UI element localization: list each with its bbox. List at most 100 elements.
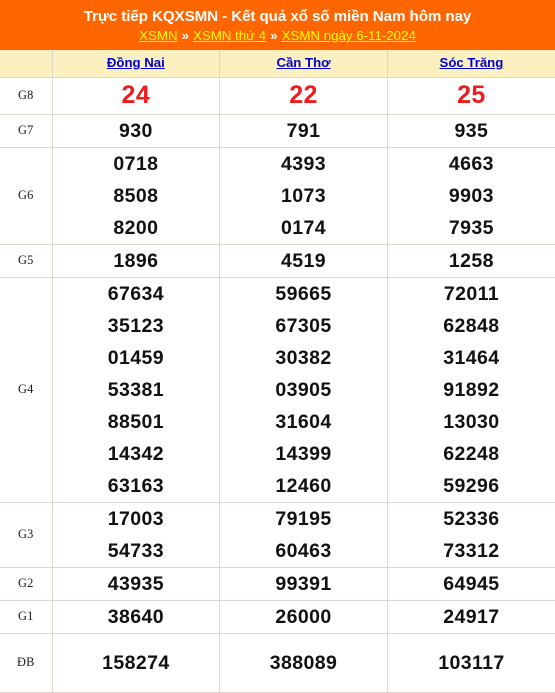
province-header-3: Sóc Trăng <box>386 50 555 78</box>
number-stack: 1258 <box>388 245 555 277</box>
prize-cell-g8-col1: 24 <box>51 76 221 115</box>
number-stack: 72011 62848 31464 91892 13030 62248 59296 <box>388 278 555 502</box>
lottery-number: 17003 <box>107 507 164 530</box>
province-header-1: Đồng Nai <box>51 50 221 78</box>
table-row: G2 43935 99391 64945 <box>0 566 555 601</box>
lottery-number: 14342 <box>107 442 164 465</box>
lottery-number: 4663 <box>448 152 494 175</box>
corner-cell <box>0 50 53 78</box>
prize-label-g8: G8 <box>0 76 53 115</box>
lottery-number: 103117 <box>438 651 505 674</box>
prize-cell-g5-col2: 4519 <box>219 243 388 278</box>
lottery-number: 73312 <box>443 539 500 562</box>
lottery-number: 53381 <box>107 378 164 401</box>
lottery-number: 72011 <box>443 282 499 305</box>
lottery-number: 1896 <box>113 249 159 272</box>
province-header-2: Cần Thơ <box>219 50 388 78</box>
lottery-number: 7935 <box>448 216 494 239</box>
number-stack: 4663 9903 7935 <box>388 148 555 244</box>
province-link-2[interactable]: Cần Thơ <box>276 55 330 70</box>
lottery-number: 0718 <box>113 152 159 175</box>
lottery-number: 4393 <box>281 152 326 175</box>
prize-label-g1: G1 <box>0 599 53 634</box>
prize-cell-g4-col1: 67634 35123 01459 53381 88501 14342 63163 <box>51 276 221 503</box>
number-stack: 103117 <box>388 647 555 679</box>
prize-label-g2: G2 <box>0 566 53 601</box>
number-stack: 24 <box>53 80 220 111</box>
lottery-number: 43935 <box>107 572 164 595</box>
lottery-number: 67634 <box>107 282 164 305</box>
lottery-number: 79195 <box>275 507 332 530</box>
lottery-number: 930 <box>118 119 153 142</box>
prize-cell-g6-col2: 4393 1073 0174 <box>219 146 388 245</box>
lottery-number: 8508 <box>113 184 159 207</box>
lottery-number: 59296 <box>443 474 500 497</box>
prize-cell-g5-col1: 1896 <box>51 243 221 278</box>
prize-cell-g1-col1: 38640 <box>51 599 221 634</box>
table-row: G8 24 22 25 <box>0 76 555 115</box>
prize-cell-g3-col3: 52336 73312 <box>386 501 555 568</box>
number-stack: 24917 <box>388 601 555 633</box>
prize-cell-g8-col2: 22 <box>219 76 388 115</box>
number-stack: 158274 <box>53 647 220 679</box>
lottery-number: 03905 <box>275 378 332 401</box>
lottery-results-page: Trực tiếp KQXSMN - Kết quả xổ số miền Na… <box>0 0 555 693</box>
number-stack: 1896 <box>53 245 220 277</box>
prize-label-g5: G5 <box>0 243 53 278</box>
lottery-number: 91892 <box>443 378 500 401</box>
lottery-number: 30382 <box>275 346 332 369</box>
lottery-number: 25 <box>457 81 486 109</box>
number-stack: 26000 <box>220 601 387 633</box>
number-stack: 791 <box>220 115 387 147</box>
page-title: Trực tiếp KQXSMN - Kết quả xổ số miền Na… <box>83 7 472 25</box>
prize-cell-g3-col2: 79195 60463 <box>219 501 388 568</box>
lottery-number: 60463 <box>275 539 332 562</box>
number-stack: 43935 <box>53 568 220 600</box>
lottery-results-table: Đồng Nai Cần Thơ Sóc Trăng G8 24 22 25 G7 930 79… <box>0 50 555 693</box>
prize-label-g4: G4 <box>0 276 53 503</box>
prize-cell-g4-col3: 72011 62848 31464 91892 13030 62248 59296 <box>386 276 555 503</box>
prize-cell-g1-col2: 26000 <box>219 599 388 634</box>
table-row: G5 1896 4519 1258 <box>0 243 555 278</box>
lottery-number: 63163 <box>107 474 164 497</box>
number-stack: 25 <box>388 80 555 111</box>
lottery-number: 26000 <box>275 605 332 628</box>
page-banner: Trực tiếp KQXSMN - Kết quả xổ số miền Na… <box>0 0 555 50</box>
lottery-number: 158274 <box>102 651 170 674</box>
table-row: G7 930 791 935 <box>0 113 555 148</box>
lottery-number: 8200 <box>113 216 159 239</box>
number-stack: 930 <box>53 115 220 147</box>
prize-cell-g6-col3: 4663 9903 7935 <box>386 146 555 245</box>
number-stack: 17003 54733 <box>53 503 220 567</box>
prize-cell-b-col1: 158274 <box>51 632 221 693</box>
breadcrumb-link-1[interactable]: XSMN <box>139 27 177 45</box>
province-link-1[interactable]: Đồng Nai <box>107 55 165 70</box>
breadcrumb-link-2[interactable]: XSMN thứ 4 <box>193 27 266 45</box>
table-row: ĐB 158274 388089 103117 <box>0 632 555 693</box>
lottery-number: 01459 <box>107 346 164 369</box>
lottery-number: 935 <box>454 119 489 142</box>
table-row: G4 67634 35123 01459 53381 88501 14342 63163 596… <box>0 276 555 503</box>
lottery-number: 22 <box>289 81 318 109</box>
prize-label-b: ĐB <box>0 632 53 693</box>
prize-cell-g8-col3: 25 <box>386 76 555 115</box>
lottery-number: 12460 <box>275 474 332 497</box>
number-stack: 0718 8508 8200 <box>53 148 220 244</box>
prize-label-g6: G6 <box>0 146 53 245</box>
lottery-number: 791 <box>286 119 321 142</box>
lottery-number: 54733 <box>107 539 164 562</box>
number-stack: 935 <box>388 115 555 147</box>
lottery-number: 59665 <box>275 282 332 305</box>
province-link-3[interactable]: Sóc Trăng <box>440 55 504 70</box>
lottery-number: 24917 <box>443 605 500 628</box>
number-stack: 99391 <box>220 568 387 600</box>
lottery-number: 1258 <box>448 249 494 272</box>
prize-cell-b-col3: 103117 <box>386 632 555 693</box>
breadcrumb-link-3[interactable]: XSMN ngày 6-11-2024 <box>282 27 416 45</box>
breadcrumb-separator: » <box>270 27 278 43</box>
lottery-number: 52336 <box>443 507 500 530</box>
lottery-number: 35123 <box>107 314 164 337</box>
prize-cell-g4-col2: 59665 67305 30382 03905 31604 14399 12460 <box>219 276 388 503</box>
table-head: Đồng Nai Cần Thơ Sóc Trăng <box>0 50 555 78</box>
prize-cell-g6-col1: 0718 8508 8200 <box>51 146 221 245</box>
